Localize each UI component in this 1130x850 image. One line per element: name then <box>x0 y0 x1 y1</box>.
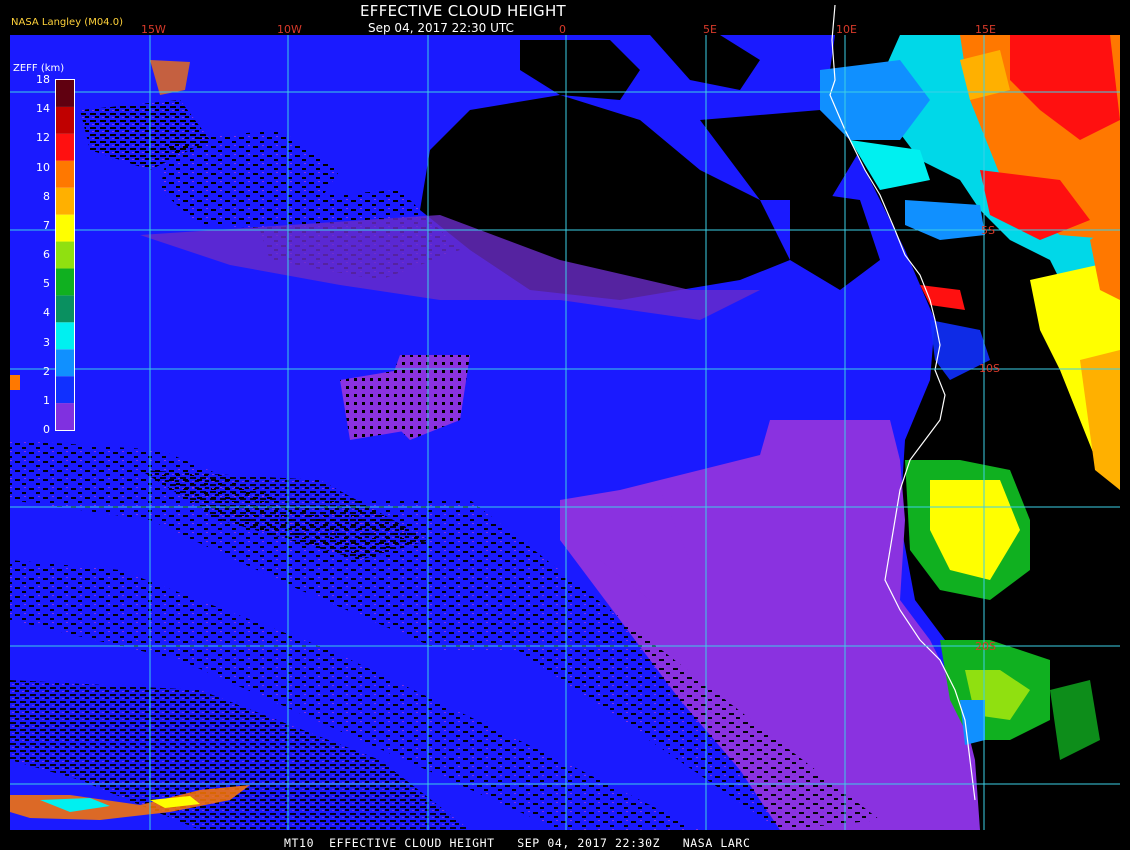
legend-tick-label: 5 <box>43 277 50 291</box>
legend-tick-label: 1 <box>43 393 50 407</box>
legend-tick-label: 7 <box>43 218 50 232</box>
colorbar-swatch <box>56 295 74 323</box>
colorbar-swatch <box>56 160 74 188</box>
colorbar-swatch <box>56 133 74 161</box>
longitude-label: 0 <box>559 23 566 36</box>
latitude-label: 10S <box>979 362 1000 375</box>
legend-tick-label: 18 <box>36 73 50 86</box>
legend-tick-label: 0 <box>43 423 50 436</box>
cloud-height-map <box>0 0 1130 850</box>
longitude-label: 15E <box>975 23 996 36</box>
colorbar-swatch <box>56 80 74 107</box>
legend-tick-label: 8 <box>43 189 50 203</box>
legend-tick-label: 3 <box>43 335 50 349</box>
source-label: NASA Langley (M04.0) <box>11 17 123 28</box>
legend-tick-label: 14 <box>36 102 50 116</box>
colorbar-swatch <box>56 322 74 350</box>
legend-tick-label: 12 <box>36 131 50 145</box>
longitude-label: 10E <box>836 23 857 36</box>
longitude-label: 10W <box>277 23 302 36</box>
colorbar-swatch <box>56 376 74 404</box>
longitude-label: 15W <box>141 23 166 36</box>
colorbar-swatch <box>56 214 74 242</box>
legend-tick-label: 10 <box>36 160 50 174</box>
legend-tick-label: 2 <box>43 364 50 378</box>
colorbar-swatch <box>56 241 74 269</box>
colorbar-swatch <box>56 187 74 215</box>
latitude-label: 5S <box>981 224 995 237</box>
footer-caption: MT10 EFFECTIVE CLOUD HEIGHT SEP 04, 2017… <box>284 836 751 850</box>
map-timestamp: Sep 04, 2017 22:30 UTC <box>368 21 514 35</box>
longitude-label: 5E <box>703 23 717 36</box>
colorbar-swatch <box>56 403 74 430</box>
map-title: EFFECTIVE CLOUD HEIGHT <box>360 2 567 20</box>
colorbar <box>55 79 75 431</box>
colorbar-swatch <box>56 106 74 134</box>
colorbar-swatch <box>56 268 74 296</box>
legend-tick-label: 4 <box>43 306 50 320</box>
colorbar-swatch <box>56 349 74 377</box>
legend-tick-label: 6 <box>43 248 50 261</box>
latitude-label: 20S <box>975 640 996 653</box>
